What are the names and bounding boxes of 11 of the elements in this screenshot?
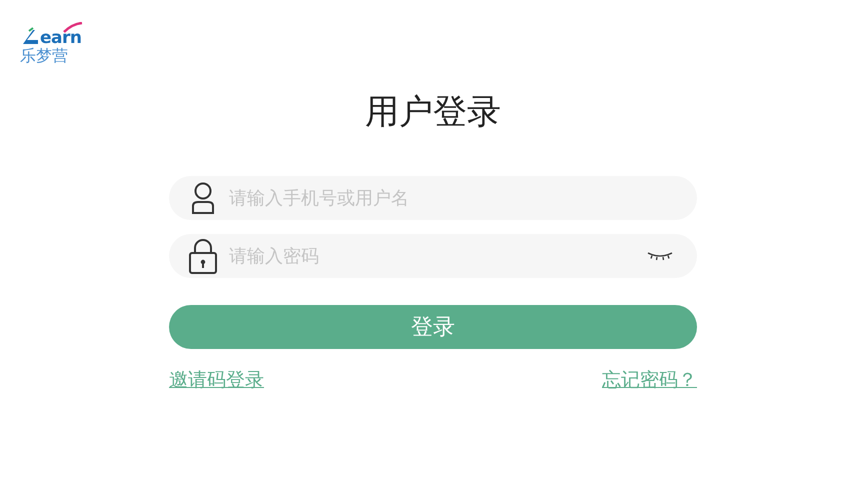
eye-closed-icon[interactable] — [647, 251, 673, 261]
user-icon — [190, 182, 216, 214]
logo-name: 乐梦营 — [20, 46, 68, 66]
page-title: 用户登录 — [365, 91, 501, 134]
forgot-password-link[interactable]: 忘记密码？ — [602, 367, 697, 393]
logo-wordmark: earn — [40, 30, 82, 46]
logo-icon — [20, 26, 40, 46]
invite-code-login-link[interactable]: 邀请码登录 — [169, 367, 264, 393]
swoosh-icon — [62, 22, 84, 34]
login-button[interactable]: 登录 — [169, 305, 697, 349]
lock-icon — [188, 238, 218, 274]
